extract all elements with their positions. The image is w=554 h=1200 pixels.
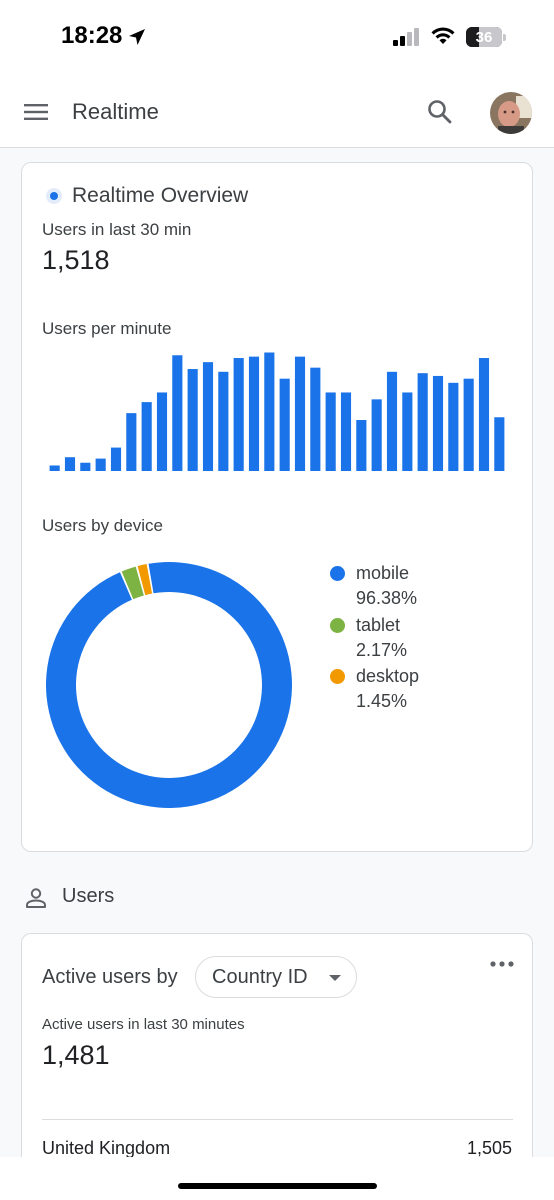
page-title: Realtime [72, 99, 159, 124]
bar-minute-24 [402, 392, 413, 471]
bar-minute-14 [248, 356, 260, 471]
menu-icon[interactable] [24, 100, 48, 124]
bottom-bar [0, 1157, 554, 1200]
bar-minute-22 [371, 399, 382, 471]
overview-title: Realtime Overview [72, 184, 249, 207]
bar-minute-16 [279, 378, 290, 471]
status-bar: 18:28 36 [0, 0, 554, 76]
legend-dot-mobile [330, 566, 345, 581]
legend-pct-tablet: 2.17% [356, 640, 408, 660]
bar-minute-4 [95, 458, 106, 471]
users-by-device-label: Users by device [42, 516, 163, 535]
active-users-subtitle: Active users in last 30 minutes [42, 1016, 245, 1033]
users-by-device-chart [45, 562, 292, 808]
bar-minute-8 [156, 392, 168, 471]
bar-minute-19 [325, 392, 336, 471]
active-users-value: 1,481 [42, 1040, 110, 1070]
battery-level: 36 [475, 29, 493, 46]
bar-minute-13 [233, 358, 244, 471]
bar-minute-11 [202, 362, 214, 471]
legend-label-mobile: mobile [356, 563, 410, 583]
users-per-minute-chart [49, 352, 505, 471]
bar-minute-21 [356, 420, 367, 471]
bar-minute-7 [141, 402, 152, 471]
avatar[interactable] [490, 92, 532, 134]
bar-minute-6 [126, 413, 137, 471]
bar-minute-1 [49, 465, 60, 471]
wifi-icon [431, 27, 455, 44]
location-arrow-icon [129, 29, 145, 45]
active-users-by-label: Active users by [42, 966, 178, 988]
bar-minute-2 [64, 457, 76, 471]
cellular-signal-icon [393, 28, 419, 46]
active-users-card: Active users by Country ID Active users … [21, 933, 533, 1173]
home-indicator[interactable] [178, 1183, 377, 1189]
bar-minute-10 [187, 369, 198, 471]
users-section-title: Users [62, 885, 115, 907]
caret-down-icon [329, 975, 341, 981]
dimension-dropdown-label: Country ID [212, 966, 308, 988]
app-bar: Realtime [0, 76, 554, 148]
bar-minute-27 [448, 382, 459, 471]
realtime-overview-card: Realtime Overview Users in last 30 min 1… [21, 162, 533, 852]
search-icon[interactable] [426, 98, 454, 126]
status-time: 18:28 [61, 22, 123, 49]
bar-minute-23 [386, 371, 398, 471]
bar-minute-26 [432, 375, 444, 471]
table-row-country: United Kingdom [42, 1138, 171, 1158]
bar-minute-29 [478, 358, 490, 471]
bar-minute-18 [310, 367, 321, 471]
donut-slice-mobile [45, 562, 292, 808]
users-per-minute-label: Users per minute [42, 319, 172, 338]
legend-label-desktop: desktop [356, 666, 420, 686]
legend-label-tablet: tablet [356, 615, 401, 635]
bar-minute-25 [417, 373, 428, 471]
bar-minute-12 [218, 371, 229, 471]
users-30min-label: Users in last 30 min [42, 220, 192, 239]
person-icon [26, 888, 46, 908]
bar-minute-5 [110, 447, 122, 471]
bar-minute-20 [340, 392, 352, 471]
legend-dot-tablet [330, 618, 345, 633]
bar-minute-3 [80, 462, 91, 471]
legend-pct-mobile: 96.38% [356, 588, 418, 608]
bar-minute-15 [264, 352, 275, 471]
battery-icon: 36 [466, 27, 506, 47]
dimension-dropdown[interactable]: Country ID [195, 956, 357, 998]
divider [42, 1119, 513, 1120]
users-30min-value: 1,518 [42, 245, 110, 275]
table-row-value: 1,505 [466, 1138, 512, 1158]
bar-minute-17 [294, 356, 306, 471]
more-options-icon[interactable] [490, 960, 514, 968]
legend-pct-desktop: 1.45% [356, 691, 408, 711]
legend-dot-desktop [330, 669, 345, 684]
bar-minute-28 [463, 378, 474, 471]
bar-minute-30 [494, 417, 505, 471]
bar-minute-9 [172, 355, 183, 471]
live-indicator-icon [46, 188, 62, 204]
